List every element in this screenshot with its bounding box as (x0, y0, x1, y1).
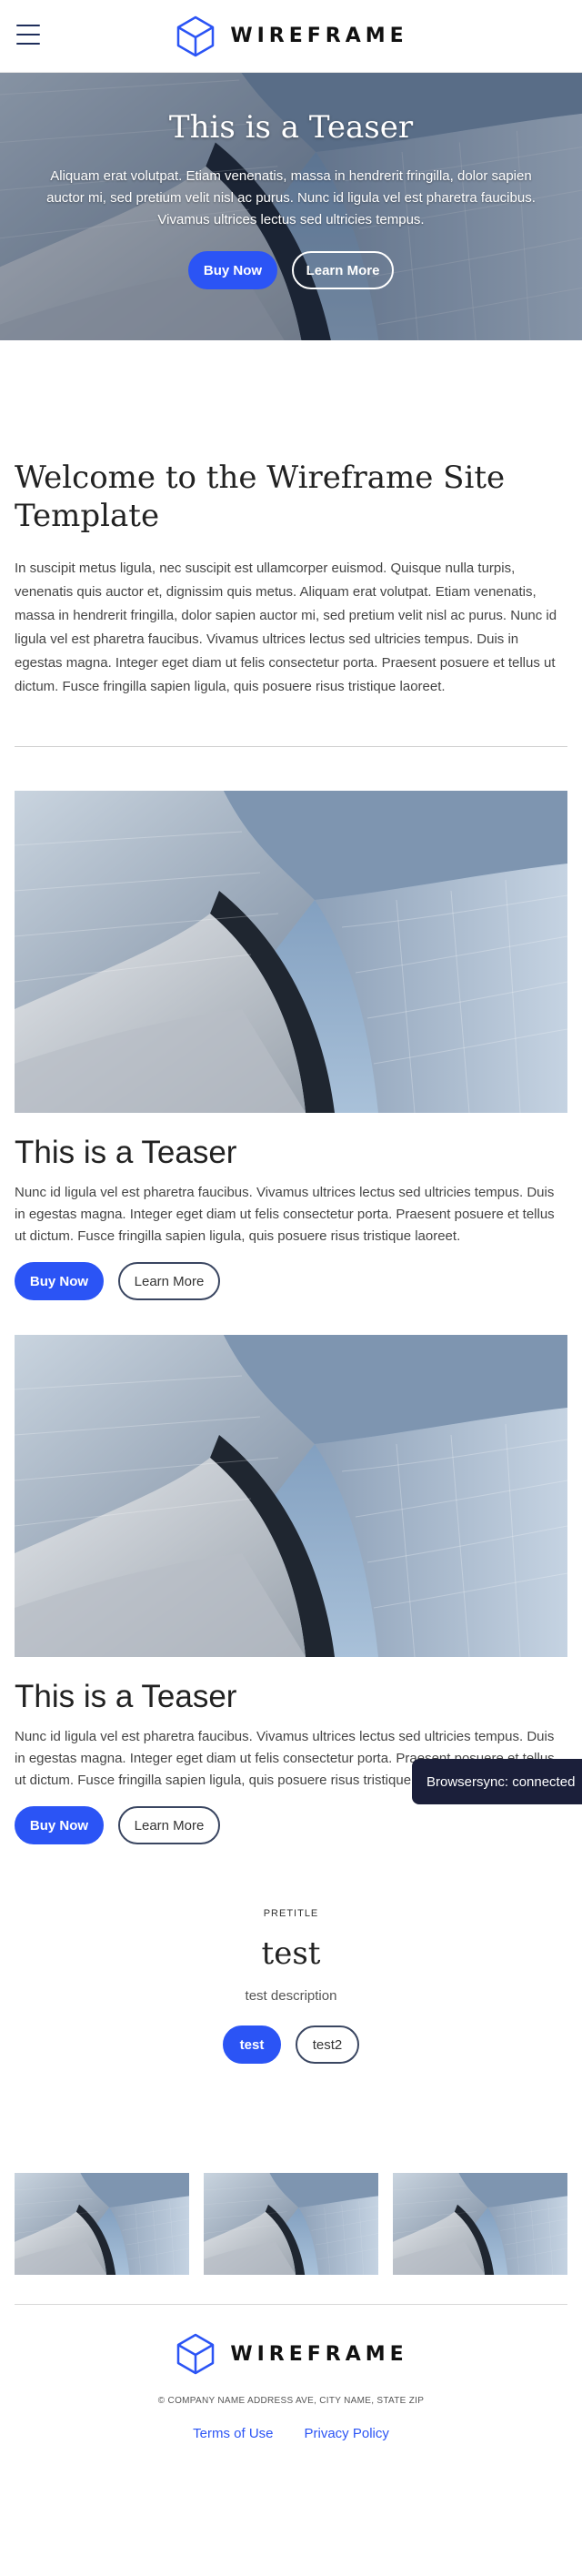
cube-logo-icon (177, 15, 215, 56)
hero-buy-now-button[interactable]: Buy Now (188, 251, 277, 289)
teaser-card: This is a Teaser Nunc id ligula vel est … (0, 791, 582, 1300)
promo-pretitle: PRETITLE (263, 1908, 319, 1919)
hero-banner: This is a Teaser Aliquam erat volutpat. … (0, 73, 582, 340)
promo-secondary-button[interactable]: test2 (296, 2025, 359, 2064)
footer-links: Terms of Use Privacy Policy (0, 2426, 582, 2441)
gallery-image[interactable] (393, 2173, 567, 2275)
footer-brand-name: WIREFRAME (230, 2342, 408, 2366)
browsersync-toast: Browsersync: connected (412, 1759, 582, 1804)
teaser-buttons: Buy Now Learn More (15, 1806, 567, 1844)
privacy-policy-link[interactable]: Privacy Policy (305, 2426, 389, 2441)
hero-content: This is a Teaser Aliquam erat volutpat. … (0, 73, 582, 289)
brand-logo-link[interactable]: WIREFRAME (174, 15, 407, 58)
promo-buttons: test test2 (0, 2025, 582, 2064)
hero-text: Aliquam erat volutpat. Etiam venenatis, … (46, 168, 536, 227)
teaser-image (15, 791, 567, 1113)
teaser-learn-more-button[interactable]: Learn More (118, 1806, 220, 1844)
welcome-section: Welcome to the Wireframe Site Template I… (0, 340, 582, 699)
page: WIREFRAME This is a Teaser Aliquam erat … (0, 0, 582, 2576)
hero-learn-more-button[interactable]: Learn More (292, 251, 394, 289)
teaser-image (15, 1335, 567, 1657)
gallery-image[interactable] (15, 2173, 189, 2275)
gallery-image[interactable] (204, 2173, 378, 2275)
promo-title: test (261, 1935, 321, 1972)
terms-of-use-link[interactable]: Terms of Use (193, 2426, 273, 2441)
welcome-body: In suscipit metus ligula, nec suscipit e… (15, 561, 557, 694)
footer-copyright: © COMPANY NAME ADDRESS AVE, CITY NAME, S… (157, 2396, 425, 2406)
teaser-buy-now-button[interactable]: Buy Now (15, 1806, 104, 1844)
teaser-title: This is a Teaser (15, 1679, 237, 1714)
site-footer: WIREFRAME © COMPANY NAME ADDRESS AVE, CI… (0, 2305, 582, 2441)
image-gallery (0, 2173, 582, 2275)
teaser-buy-now-button[interactable]: Buy Now (15, 1262, 104, 1300)
cube-logo-icon (177, 2333, 215, 2375)
hero-title: This is a Teaser (168, 109, 414, 146)
footer-brand-logo[interactable]: WIREFRAME (0, 2332, 582, 2376)
teaser-buttons: Buy Now Learn More (15, 1262, 567, 1300)
section-divider (15, 746, 567, 747)
site-header: WIREFRAME (0, 0, 582, 73)
hamburger-menu-icon[interactable] (16, 25, 40, 45)
teaser-learn-more-button[interactable]: Learn More (118, 1262, 220, 1300)
welcome-title: Welcome to the Wireframe Site Template (15, 460, 506, 534)
teaser-title: This is a Teaser (15, 1135, 237, 1170)
promo-section: PRETITLE test test description test test… (0, 1908, 582, 2064)
promo-description: test description (245, 1988, 337, 2004)
promo-primary-button[interactable]: test (223, 2025, 281, 2064)
brand-name: WIREFRAME (230, 25, 408, 47)
hero-buttons: Buy Now Learn More (0, 251, 582, 289)
teaser-text: Nunc id ligula vel est pharetra faucibus… (15, 1185, 555, 1244)
